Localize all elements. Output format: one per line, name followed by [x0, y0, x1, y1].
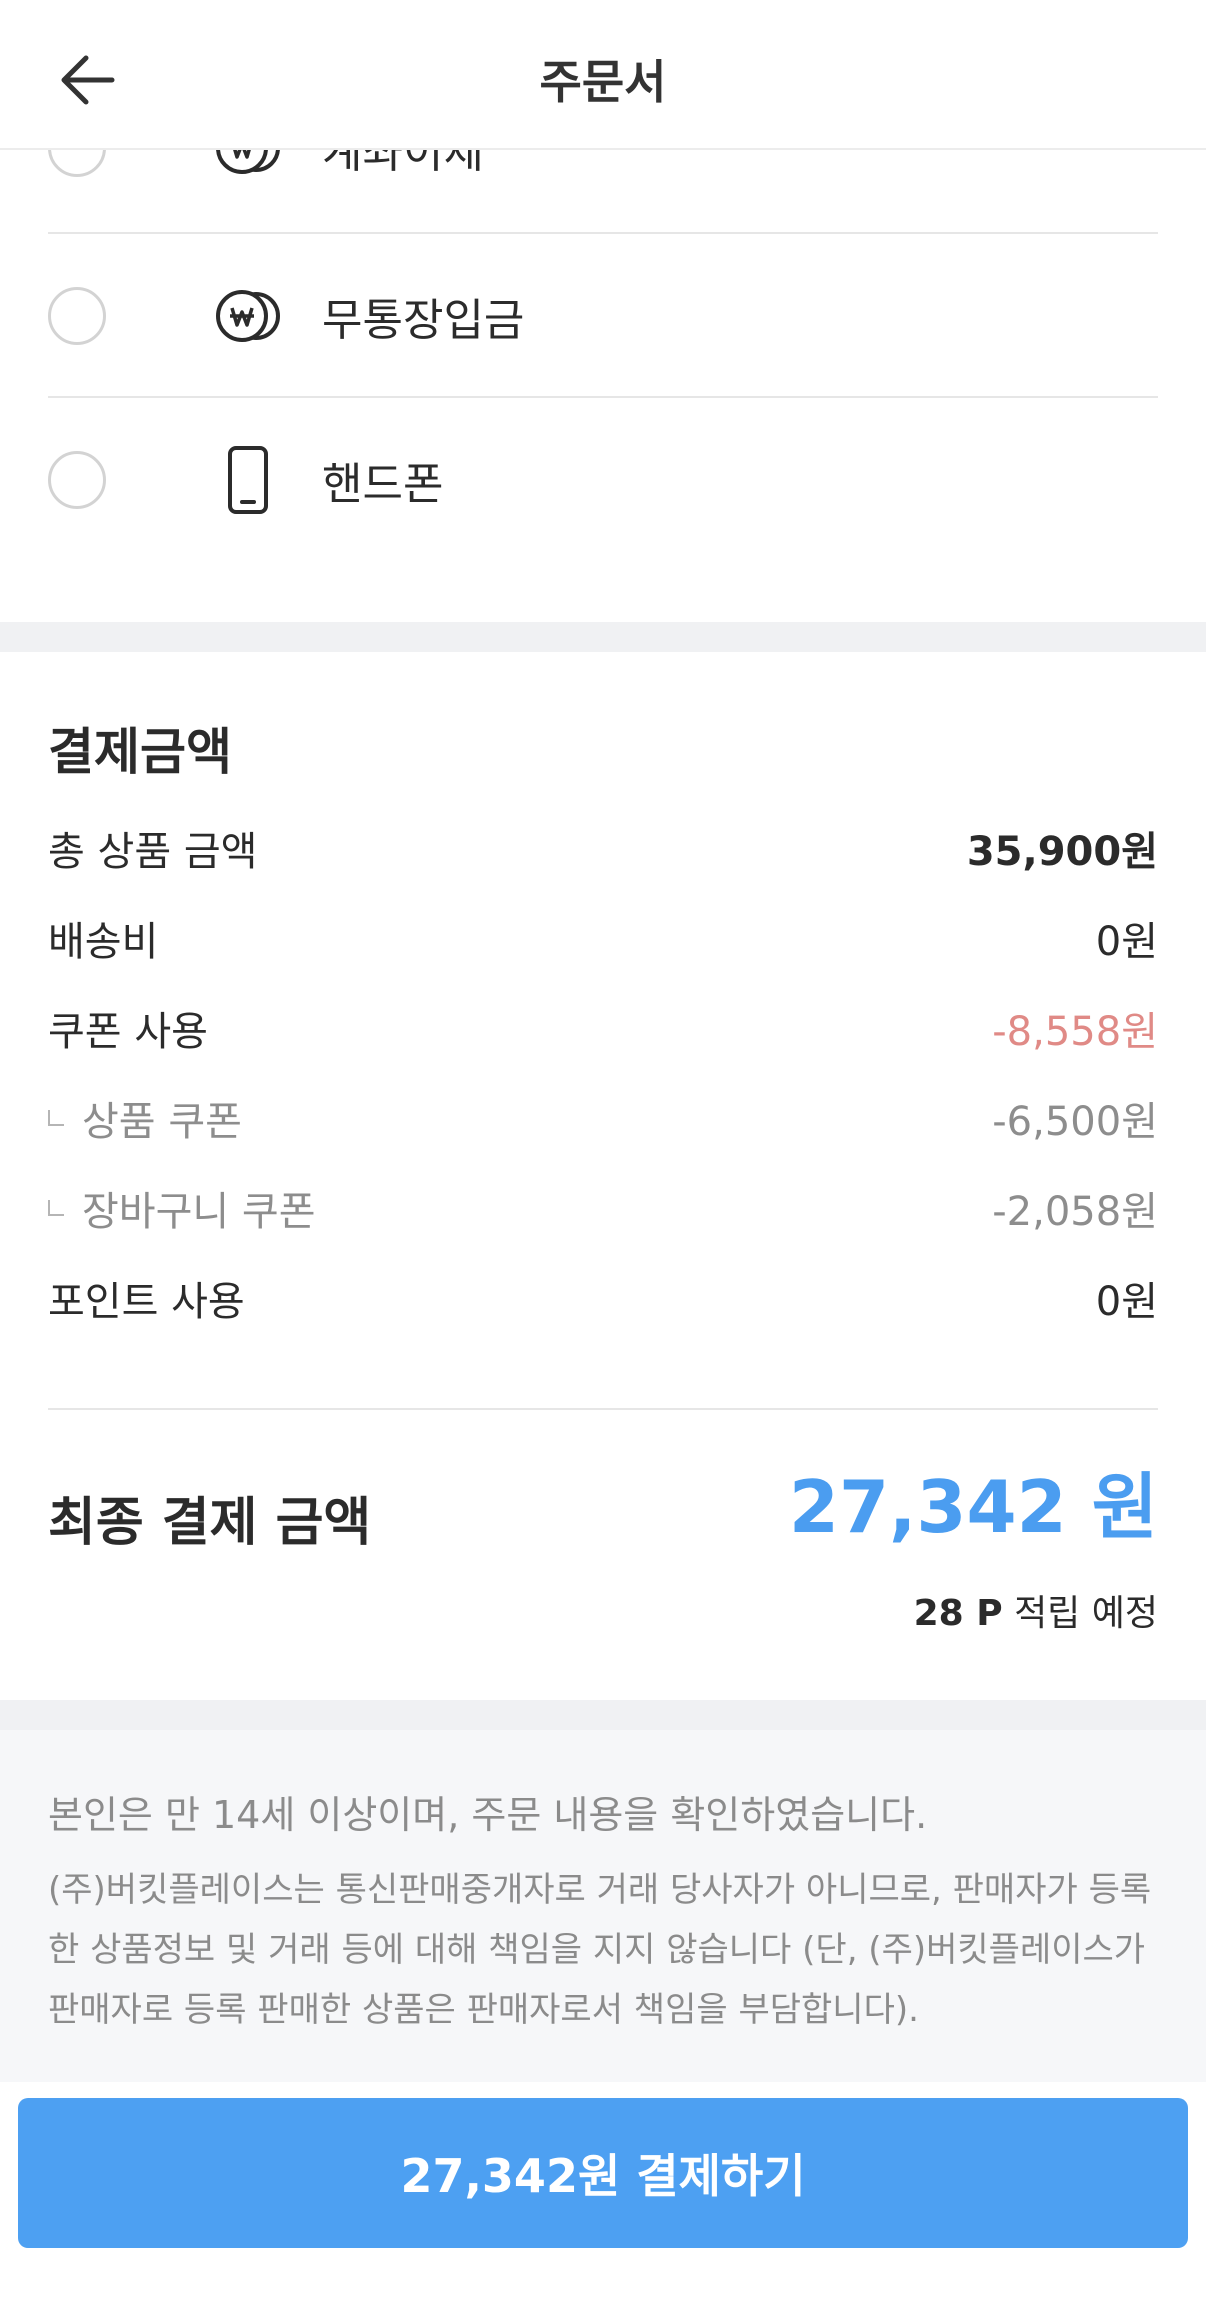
section-divider — [0, 622, 1206, 652]
row-label: 총 상품 금액 — [48, 829, 258, 875]
payment-option-label: 계좌이체 — [322, 150, 484, 178]
sub-item-marker — [48, 1200, 64, 1216]
row-value: -6,500원 — [992, 1099, 1158, 1145]
point-usage-row: 포인트 사용 0원 — [48, 1268, 1158, 1328]
row-value: -2,058원 — [992, 1189, 1158, 1235]
smartphone-icon — [208, 440, 288, 520]
total-product-amount-row: 총 상품 금액 35,900원 — [48, 818, 1158, 878]
cart-coupon-row: 장바구니 쿠폰 -2,058원 — [48, 1178, 1158, 1238]
section-title: 결제금액 — [48, 723, 232, 781]
sub-item-marker — [48, 1110, 64, 1126]
payment-option-bank-transfer[interactable]: 계좌이체 — [48, 150, 1158, 230]
row-label: 포인트 사용 — [48, 1279, 245, 1325]
payment-option-phone[interactable]: 핸드폰 — [48, 398, 1158, 562]
row-value: 0원 — [1095, 1279, 1158, 1325]
page-title: 주문서 — [539, 55, 667, 109]
disclaimer-text: (주)버킷플레이스는 통신판매중개자로 거래 당사자가 아니므로, 판매자가 등… — [48, 1870, 1152, 2030]
final-amount-value: 27,342 원 — [788, 1465, 1158, 1549]
radio-button[interactable] — [48, 150, 106, 177]
pay-button[interactable]: 27,342원 결제하기 — [18, 2098, 1188, 2248]
row-label: 장바구니 쿠폰 — [82, 1189, 316, 1235]
product-coupon-row: 상품 쿠폰 -6,500원 — [48, 1088, 1158, 1148]
age-confirmation-text: 본인은 만 14세 이상이며, 주문 내용을 확인하였습니다. — [48, 1793, 928, 1837]
coupon-usage-row: 쿠폰 사용 -8,558원 — [48, 998, 1158, 1058]
final-amount-label: 최종 결제 금액 — [48, 1493, 372, 1553]
points-amount: 28 P — [913, 1593, 1003, 1634]
points-earning: 28 P 적립 예정 — [914, 1584, 1158, 1636]
won-coin-icon — [208, 150, 288, 188]
won-coin-icon — [208, 276, 288, 356]
radio-button[interactable] — [48, 287, 106, 345]
section-divider — [0, 1700, 1206, 1730]
payment-option-deposit[interactable]: 무통장입금 — [48, 234, 1158, 398]
payment-option-label: 핸드폰 — [322, 459, 444, 510]
row-value: 35,900원 — [966, 829, 1158, 875]
row-value: -8,558원 — [992, 1009, 1158, 1055]
radio-button[interactable] — [48, 451, 106, 509]
row-value: 0원 — [1095, 919, 1158, 965]
row-label: 상품 쿠폰 — [82, 1099, 242, 1145]
app-header: 주문서 — [0, 0, 1206, 150]
shipping-fee-row: 배송비 0원 — [48, 908, 1158, 968]
points-text: 적립 예정 — [1014, 1593, 1158, 1634]
payment-options-list: 계좌이체 무통장입금 핸드폰 — [0, 150, 1206, 622]
divider — [48, 1408, 1158, 1410]
legal-notice: 본인은 만 14세 이상이며, 주문 내용을 확인하였습니다. (주)버킷플레이… — [0, 1730, 1206, 2082]
payment-option-label: 무통장입금 — [322, 295, 525, 346]
row-label: 쿠폰 사용 — [48, 1009, 208, 1055]
row-label: 배송비 — [48, 919, 159, 965]
